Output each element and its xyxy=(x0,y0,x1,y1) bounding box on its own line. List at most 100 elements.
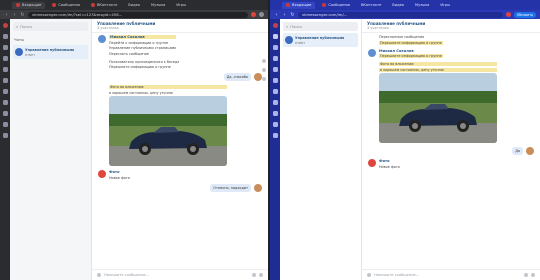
mail-icon[interactable] xyxy=(2,111,8,116)
bookmarks-icon[interactable] xyxy=(2,45,8,50)
dialogs-sidebar: ⌕ Поиск Чаты Управление публичными ответ xyxy=(10,19,92,280)
url-field[interactable]: vkmessenger.com/im/?sel=c123&msgid=456..… xyxy=(28,11,248,18)
reload-icon[interactable]: ↻ xyxy=(20,12,25,18)
tab-1[interactable]: Сообщения xyxy=(48,2,84,9)
message-author[interactable]: Михаил Соколов xyxy=(109,35,177,39)
message-composer[interactable]: Напишите сообщение... xyxy=(362,269,540,280)
message-text: Пользователь присоединился к беседе xyxy=(109,59,180,64)
notes-icon[interactable] xyxy=(2,78,8,83)
url-field[interactable]: vkmessenger.com/im/... xyxy=(298,11,503,18)
profile-icon[interactable] xyxy=(259,12,264,17)
chat-header[interactable]: Управление публичными 3 участника xyxy=(362,19,540,33)
vk-app-icon[interactable] xyxy=(2,23,8,28)
composer-placeholder: Напишите сообщение... xyxy=(104,273,150,277)
search-icon: ⌕ xyxy=(286,24,289,29)
tab-2[interactable]: ВКонтакте xyxy=(87,2,121,9)
tab-1[interactable]: Сообщения xyxy=(318,2,354,9)
avatar-spacer xyxy=(368,35,376,43)
right-browser-window: Входящие Сообщения ВКонтакте Видео Музык… xyxy=(270,0,540,280)
message-author[interactable]: Михаил Соколов xyxy=(379,49,443,53)
dialog-item[interactable]: Управление публичными ответ xyxy=(283,33,358,47)
browser-side-rail xyxy=(0,19,10,280)
dialog-name: Управление публичными xyxy=(25,47,75,52)
avatar xyxy=(526,147,534,155)
message-list: Михаил Соколов Перейти к информации о гр… xyxy=(92,33,268,269)
calendar-icon[interactable] xyxy=(272,100,278,105)
settings-icon[interactable] xyxy=(272,89,278,94)
emoji-icon[interactable] xyxy=(252,273,256,277)
back-arrow-icon[interactable]: ‹ xyxy=(4,12,9,18)
car-photo-attachment[interactable] xyxy=(379,73,497,143)
message-text: Перешлите информацию о группе xyxy=(379,54,443,58)
update-button[interactable]: Обновить xyxy=(513,11,536,18)
messages-app-icon[interactable] xyxy=(272,34,278,39)
vk-app-icon[interactable] xyxy=(272,23,278,28)
message-author[interactable]: Фото xyxy=(109,170,130,174)
downloads-icon[interactable] xyxy=(272,67,278,72)
message-text: Перешлите информацию о группе xyxy=(379,40,443,45)
notes-icon[interactable] xyxy=(272,78,278,83)
message-text: Фото во вложении: xyxy=(379,62,497,66)
extension-icon[interactable] xyxy=(251,12,256,17)
more-icon[interactable] xyxy=(262,77,266,81)
car-photo-attachment[interactable] xyxy=(109,96,227,166)
emoji-icon[interactable] xyxy=(524,273,528,277)
avatar xyxy=(98,35,106,43)
tab-0[interactable]: Входящие xyxy=(12,1,46,9)
more-icon[interactable] xyxy=(272,133,278,138)
mic-icon[interactable] xyxy=(259,273,263,277)
message-outgoing: Да, спасибо xyxy=(98,73,262,81)
attach-icon[interactable] xyxy=(97,273,101,277)
roadster-car-image xyxy=(379,73,497,143)
tab-5[interactable]: Игры xyxy=(172,2,190,9)
tab-2[interactable]: ВКонтакте xyxy=(357,2,385,9)
extension-icon[interactable] xyxy=(505,12,511,17)
tab-5[interactable]: Игры xyxy=(436,2,454,9)
chat-subtitle: 3 участника xyxy=(367,26,389,30)
mic-icon[interactable] xyxy=(531,273,535,277)
more-icon[interactable] xyxy=(2,133,8,138)
message-composer[interactable]: Напишите сообщение... xyxy=(92,269,268,280)
message-text: Перейти к информации о группе xyxy=(109,40,169,45)
tab-3[interactable]: Видео xyxy=(388,2,408,9)
info-icon[interactable] xyxy=(262,68,266,72)
bookmarks-icon[interactable] xyxy=(272,45,278,50)
vk-tab-icon xyxy=(16,3,20,7)
message-text: в хорошем состоянии, цену уточню xyxy=(109,90,173,95)
calendar-icon[interactable] xyxy=(2,100,8,105)
music-icon[interactable] xyxy=(2,122,8,127)
chat-pane: Управление публичными 3 участника Пересл… xyxy=(362,19,540,280)
vk-tab-icon xyxy=(286,3,290,7)
tab-label: ВКонтакте xyxy=(96,3,118,7)
settings-icon[interactable] xyxy=(2,89,8,94)
chat-header[interactable]: Управление публичными 3 участника xyxy=(92,19,268,33)
avatar-spacer xyxy=(368,62,376,70)
message-text: Новое фото xyxy=(379,164,400,169)
tab-3[interactable]: Видео xyxy=(124,2,144,9)
search-input[interactable]: ⌕ Поиск xyxy=(13,22,88,31)
forward-arrow-icon[interactable]: › xyxy=(282,12,287,18)
mail-icon[interactable] xyxy=(272,111,278,116)
dialog-item[interactable]: Управление публичными ответ xyxy=(13,45,88,59)
message-text: Новое фото xyxy=(109,175,130,180)
tab-4[interactable]: Музыка xyxy=(411,2,433,9)
messages-app-icon[interactable] xyxy=(2,34,8,39)
downloads-icon[interactable] xyxy=(2,67,8,72)
tab-4[interactable]: Музыка xyxy=(147,2,169,9)
history-icon[interactable] xyxy=(2,56,8,61)
music-icon[interactable] xyxy=(272,122,278,127)
reload-icon[interactable]: ↻ xyxy=(290,12,295,18)
message: Фото Новое фото xyxy=(368,159,534,169)
search-input[interactable]: ⌕ Поиск xyxy=(283,22,358,31)
history-icon[interactable] xyxy=(272,56,278,61)
back-arrow-icon[interactable]: ‹ xyxy=(274,12,279,18)
forward-arrow-icon[interactable]: › xyxy=(12,12,17,18)
message-text: Да, спасибо xyxy=(223,73,251,81)
message: Фото Новое фото xyxy=(98,170,262,180)
attach-icon[interactable] xyxy=(367,273,371,277)
message-author[interactable]: Фото xyxy=(379,159,400,163)
message-text: Пересланные сообщения xyxy=(379,35,425,39)
message-outgoing: Отлично, подходит xyxy=(98,183,262,192)
tab-0[interactable]: Входящие xyxy=(282,1,316,9)
call-icon[interactable] xyxy=(262,59,266,63)
